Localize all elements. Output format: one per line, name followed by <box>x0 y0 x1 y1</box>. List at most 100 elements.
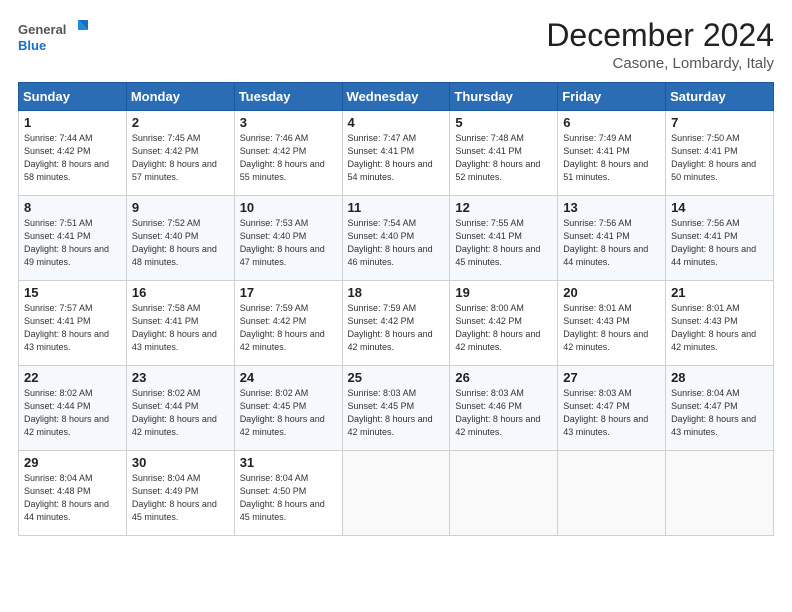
col-tuesday: Tuesday <box>234 83 342 111</box>
location: Casone, Lombardy, Italy <box>546 55 774 72</box>
day-number: 22 <box>24 370 121 385</box>
day-number: 24 <box>240 370 337 385</box>
cell-text: Sunrise: 7:44 AMSunset: 4:42 PMDaylight:… <box>24 133 109 182</box>
day-number: 27 <box>563 370 660 385</box>
table-cell: 4 Sunrise: 7:47 AMSunset: 4:41 PMDayligh… <box>342 111 450 196</box>
table-cell: 29 Sunrise: 8:04 AMSunset: 4:48 PMDaylig… <box>19 451 127 536</box>
cell-text: Sunrise: 8:03 AMSunset: 4:46 PMDaylight:… <box>455 388 540 437</box>
day-number: 26 <box>455 370 552 385</box>
header: General Blue December 2024 Casone, Lomba… <box>18 18 774 72</box>
table-cell: 21 Sunrise: 8:01 AMSunset: 4:43 PMDaylig… <box>666 281 774 366</box>
svg-text:Blue: Blue <box>18 38 46 53</box>
table-cell: 17 Sunrise: 7:59 AMSunset: 4:42 PMDaylig… <box>234 281 342 366</box>
day-number: 3 <box>240 115 337 130</box>
cell-text: Sunrise: 7:46 AMSunset: 4:42 PMDaylight:… <box>240 133 325 182</box>
day-number: 23 <box>132 370 229 385</box>
table-cell <box>342 451 450 536</box>
day-number: 1 <box>24 115 121 130</box>
table-cell: 28 Sunrise: 8:04 AMSunset: 4:47 PMDaylig… <box>666 366 774 451</box>
cell-text: Sunrise: 8:03 AMSunset: 4:47 PMDaylight:… <box>563 388 648 437</box>
table-cell: 18 Sunrise: 7:59 AMSunset: 4:42 PMDaylig… <box>342 281 450 366</box>
day-number: 17 <box>240 285 337 300</box>
table-cell: 1 Sunrise: 7:44 AMSunset: 4:42 PMDayligh… <box>19 111 127 196</box>
svg-text:General: General <box>18 22 66 37</box>
day-number: 30 <box>132 455 229 470</box>
cell-text: Sunrise: 7:48 AMSunset: 4:41 PMDaylight:… <box>455 133 540 182</box>
calendar-table: Sunday Monday Tuesday Wednesday Thursday… <box>18 82 774 536</box>
table-cell: 10 Sunrise: 7:53 AMSunset: 4:40 PMDaylig… <box>234 196 342 281</box>
table-cell: 8 Sunrise: 7:51 AMSunset: 4:41 PMDayligh… <box>19 196 127 281</box>
table-cell: 19 Sunrise: 8:00 AMSunset: 4:42 PMDaylig… <box>450 281 558 366</box>
table-cell: 20 Sunrise: 8:01 AMSunset: 4:43 PMDaylig… <box>558 281 666 366</box>
cell-text: Sunrise: 7:56 AMSunset: 4:41 PMDaylight:… <box>671 218 756 267</box>
table-cell: 31 Sunrise: 8:04 AMSunset: 4:50 PMDaylig… <box>234 451 342 536</box>
table-cell: 24 Sunrise: 8:02 AMSunset: 4:45 PMDaylig… <box>234 366 342 451</box>
title-block: December 2024 Casone, Lombardy, Italy <box>546 18 774 72</box>
cell-text: Sunrise: 7:57 AMSunset: 4:41 PMDaylight:… <box>24 303 109 352</box>
table-cell: 15 Sunrise: 7:57 AMSunset: 4:41 PMDaylig… <box>19 281 127 366</box>
cell-text: Sunrise: 7:49 AMSunset: 4:41 PMDaylight:… <box>563 133 648 182</box>
table-cell: 27 Sunrise: 8:03 AMSunset: 4:47 PMDaylig… <box>558 366 666 451</box>
cell-text: Sunrise: 7:58 AMSunset: 4:41 PMDaylight:… <box>132 303 217 352</box>
cell-text: Sunrise: 8:04 AMSunset: 4:50 PMDaylight:… <box>240 473 325 522</box>
calendar-row: 22 Sunrise: 8:02 AMSunset: 4:44 PMDaylig… <box>19 366 774 451</box>
cell-text: Sunrise: 8:02 AMSunset: 4:44 PMDaylight:… <box>24 388 109 437</box>
calendar-row: 29 Sunrise: 8:04 AMSunset: 4:48 PMDaylig… <box>19 451 774 536</box>
table-cell: 30 Sunrise: 8:04 AMSunset: 4:49 PMDaylig… <box>126 451 234 536</box>
cell-text: Sunrise: 7:51 AMSunset: 4:41 PMDaylight:… <box>24 218 109 267</box>
cell-text: Sunrise: 7:59 AMSunset: 4:42 PMDaylight:… <box>240 303 325 352</box>
cell-text: Sunrise: 7:56 AMSunset: 4:41 PMDaylight:… <box>563 218 648 267</box>
day-number: 10 <box>240 200 337 215</box>
day-number: 29 <box>24 455 121 470</box>
table-cell: 16 Sunrise: 7:58 AMSunset: 4:41 PMDaylig… <box>126 281 234 366</box>
table-cell: 14 Sunrise: 7:56 AMSunset: 4:41 PMDaylig… <box>666 196 774 281</box>
day-number: 11 <box>348 200 445 215</box>
table-cell <box>666 451 774 536</box>
cell-text: Sunrise: 8:01 AMSunset: 4:43 PMDaylight:… <box>563 303 648 352</box>
cell-text: Sunrise: 7:47 AMSunset: 4:41 PMDaylight:… <box>348 133 433 182</box>
cell-text: Sunrise: 7:54 AMSunset: 4:40 PMDaylight:… <box>348 218 433 267</box>
col-sunday: Sunday <box>19 83 127 111</box>
col-wednesday: Wednesday <box>342 83 450 111</box>
col-friday: Friday <box>558 83 666 111</box>
day-number: 14 <box>671 200 768 215</box>
col-saturday: Saturday <box>666 83 774 111</box>
cell-text: Sunrise: 8:02 AMSunset: 4:44 PMDaylight:… <box>132 388 217 437</box>
logo-svg: General Blue <box>18 18 88 58</box>
table-cell: 22 Sunrise: 8:02 AMSunset: 4:44 PMDaylig… <box>19 366 127 451</box>
calendar-page: General Blue December 2024 Casone, Lomba… <box>0 0 792 612</box>
cell-text: Sunrise: 8:00 AMSunset: 4:42 PMDaylight:… <box>455 303 540 352</box>
day-number: 19 <box>455 285 552 300</box>
header-row: Sunday Monday Tuesday Wednesday Thursday… <box>19 83 774 111</box>
day-number: 13 <box>563 200 660 215</box>
day-number: 4 <box>348 115 445 130</box>
cell-text: Sunrise: 7:50 AMSunset: 4:41 PMDaylight:… <box>671 133 756 182</box>
cell-text: Sunrise: 8:01 AMSunset: 4:43 PMDaylight:… <box>671 303 756 352</box>
table-cell <box>558 451 666 536</box>
table-cell <box>450 451 558 536</box>
day-number: 15 <box>24 285 121 300</box>
table-cell: 13 Sunrise: 7:56 AMSunset: 4:41 PMDaylig… <box>558 196 666 281</box>
table-cell: 26 Sunrise: 8:03 AMSunset: 4:46 PMDaylig… <box>450 366 558 451</box>
table-cell: 3 Sunrise: 7:46 AMSunset: 4:42 PMDayligh… <box>234 111 342 196</box>
col-thursday: Thursday <box>450 83 558 111</box>
col-monday: Monday <box>126 83 234 111</box>
table-cell: 12 Sunrise: 7:55 AMSunset: 4:41 PMDaylig… <box>450 196 558 281</box>
table-cell: 6 Sunrise: 7:49 AMSunset: 4:41 PMDayligh… <box>558 111 666 196</box>
cell-text: Sunrise: 8:04 AMSunset: 4:48 PMDaylight:… <box>24 473 109 522</box>
day-number: 18 <box>348 285 445 300</box>
day-number: 16 <box>132 285 229 300</box>
day-number: 5 <box>455 115 552 130</box>
logo: General Blue <box>18 18 88 58</box>
cell-text: Sunrise: 8:02 AMSunset: 4:45 PMDaylight:… <box>240 388 325 437</box>
table-cell: 7 Sunrise: 7:50 AMSunset: 4:41 PMDayligh… <box>666 111 774 196</box>
table-cell: 2 Sunrise: 7:45 AMSunset: 4:42 PMDayligh… <box>126 111 234 196</box>
calendar-row: 8 Sunrise: 7:51 AMSunset: 4:41 PMDayligh… <box>19 196 774 281</box>
table-cell: 5 Sunrise: 7:48 AMSunset: 4:41 PMDayligh… <box>450 111 558 196</box>
day-number: 6 <box>563 115 660 130</box>
day-number: 8 <box>24 200 121 215</box>
calendar-row: 1 Sunrise: 7:44 AMSunset: 4:42 PMDayligh… <box>19 111 774 196</box>
cell-text: Sunrise: 7:45 AMSunset: 4:42 PMDaylight:… <box>132 133 217 182</box>
table-cell: 11 Sunrise: 7:54 AMSunset: 4:40 PMDaylig… <box>342 196 450 281</box>
cell-text: Sunrise: 7:52 AMSunset: 4:40 PMDaylight:… <box>132 218 217 267</box>
